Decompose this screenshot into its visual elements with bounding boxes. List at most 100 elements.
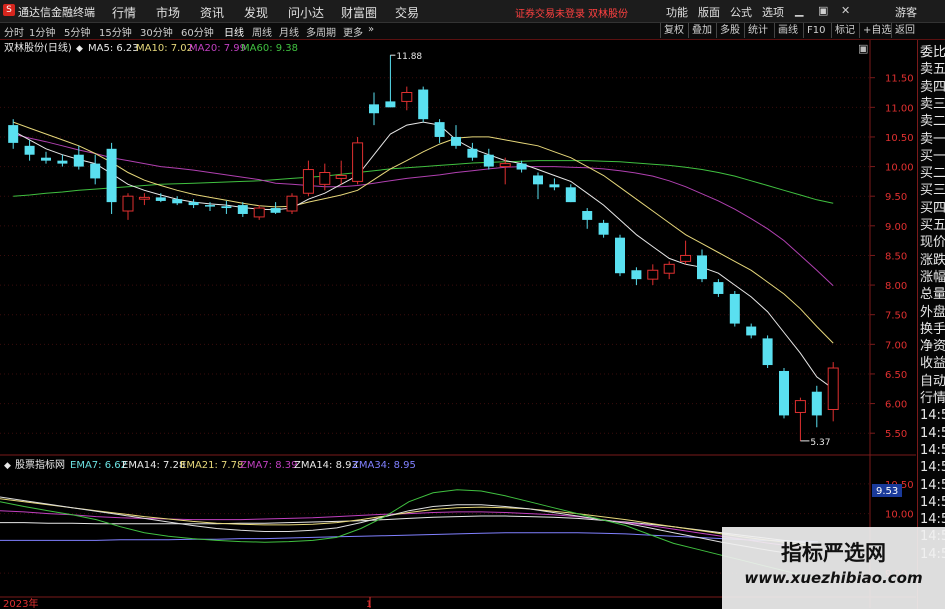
collapse-icon[interactable]: ◆	[76, 44, 83, 54]
quote-label: 买五	[920, 218, 945, 233]
draw-line-button[interactable]: 画线	[774, 23, 801, 38]
menu-bar: S 通达信金融终端 行情 市场 资讯 发现 问小达 财富圈 交易 证券交易未登录…	[0, 0, 945, 23]
menu-layout[interactable]: 版面	[698, 4, 720, 20]
high-price-label: 11.88	[396, 52, 422, 62]
menu-wealth-circle[interactable]: 财富圈	[341, 4, 377, 21]
candle-body-down	[8, 125, 19, 143]
indicator-tick-label: 10.00	[885, 510, 914, 521]
candle-body-up	[680, 254, 692, 262]
maximize-icon[interactable]: ▣	[818, 4, 828, 17]
mark-button[interactable]: 标记	[831, 23, 858, 38]
candle-body-down	[73, 154, 84, 167]
menu-functions[interactable]: 功能	[666, 4, 688, 20]
ma5-legend: MA5: 6.23	[88, 43, 139, 54]
ma60-legend: MA60: 9.38	[241, 43, 298, 54]
tab-30min[interactable]: 30分钟	[140, 24, 173, 39]
tab-multi-period[interactable]: 多周期	[306, 24, 336, 39]
quote-label: 净资	[920, 339, 945, 355]
low-price-label: 5.37	[810, 438, 830, 448]
chart-background	[0, 40, 916, 608]
app-title: 通达信金融终端	[18, 6, 95, 19]
guest-login[interactable]: 游客	[895, 4, 917, 20]
menu-quotes[interactable]: 行情	[112, 4, 136, 21]
indicator-title: 股票指标网	[15, 458, 65, 471]
candle-body-down	[188, 202, 199, 206]
candle-body-down	[41, 157, 51, 161]
expand-icon[interactable]: ▣	[858, 42, 868, 55]
tab-more[interactable]: 更多	[343, 24, 363, 39]
candle-body-up	[794, 400, 806, 413]
candle-body-down	[90, 163, 101, 179]
candle-body-down	[598, 222, 609, 235]
candle-body-up	[663, 263, 675, 274]
more-arrow-icon[interactable]: »	[368, 24, 374, 35]
f10-button[interactable]: F10	[803, 23, 828, 38]
quote-label: 买一	[920, 148, 945, 164]
overlay-button[interactable]: 叠加	[688, 23, 715, 38]
quote-label: 14:56	[920, 512, 945, 528]
candle-body-up	[827, 367, 839, 410]
statistics-button[interactable]: 统计	[744, 23, 771, 38]
candle-body-down	[565, 187, 576, 203]
price-tick-label: 7.00	[885, 340, 907, 351]
multi-stock-button[interactable]: 多股	[716, 23, 743, 38]
broker-login-notice[interactable]: 证券交易未登录	[515, 5, 585, 20]
candle-body-down	[533, 175, 543, 185]
menu-formula[interactable]: 公式	[730, 4, 752, 20]
adjust-button[interactable]: 复权	[660, 23, 687, 38]
back-button[interactable]: 返回	[891, 23, 918, 38]
candle-body-down	[434, 122, 445, 137]
tab-daily[interactable]: 日线	[224, 24, 244, 39]
quote-label: 卖一	[920, 131, 945, 147]
tab-monthly[interactable]: 月线	[279, 24, 299, 39]
quote-label: 委比	[920, 45, 945, 60]
quote-label[interactable]: 自动	[920, 373, 945, 390]
menu-discover[interactable]: 发现	[244, 4, 268, 21]
quote-label: 买二	[920, 166, 945, 182]
tab-1min[interactable]: 1分钟	[29, 24, 55, 39]
tab-60min[interactable]: 60分钟	[181, 24, 214, 39]
price-tick-label: 8.00	[885, 281, 907, 292]
quote-label[interactable]: 行情	[920, 390, 945, 407]
candle-body-up	[335, 174, 347, 179]
quote-panel: 委比 卖五 卖四 卖三 卖二 卖一 买一 买二 买三 买四 买五 现价 涨跌 涨幅 总量 外盘 换手 净资 收益 自动…	[917, 40, 945, 609]
tab-15min[interactable]: 15分钟	[99, 24, 132, 39]
quote-label: 现价	[920, 235, 945, 251]
candle-body-down	[582, 211, 593, 220]
tab-intraday[interactable]: 分时	[4, 24, 24, 39]
menu-trade[interactable]: 交易	[395, 4, 419, 21]
kline-chart[interactable]: 双林股份(日线) ◆ MA5: 6.23 MA10: 7.02 MA20: 7.…	[0, 40, 917, 609]
tab-weekly[interactable]: 周线	[252, 24, 272, 39]
candle-body-down	[270, 208, 281, 213]
menu-options[interactable]: 选项	[762, 4, 784, 20]
candle-body-up	[253, 207, 265, 218]
price-tick-label: 11.00	[885, 103, 914, 114]
add-watchlist-button[interactable]: +自选	[859, 23, 894, 38]
menu-market[interactable]: 市场	[156, 4, 180, 21]
candle-body-up	[319, 171, 331, 185]
candle-body-down	[483, 154, 494, 167]
ema14-legend: EMA14: 7.28	[122, 460, 185, 471]
menu-news[interactable]: 资讯	[200, 4, 224, 21]
menu-ask[interactable]: 问小达	[288, 4, 324, 21]
app-logo-icon: S	[3, 4, 15, 16]
candle-body-down	[697, 255, 707, 280]
candle-body-down	[779, 370, 789, 416]
candle-body-down	[205, 205, 215, 207]
close-icon[interactable]: ✕	[841, 4, 850, 17]
candle-body-down	[631, 270, 642, 280]
quote-label: 涨跌	[920, 252, 945, 268]
quote-label: 14:56	[920, 442, 945, 458]
indicator-collapse-icon[interactable]: ◆	[4, 461, 11, 471]
quote-label: 卖四	[920, 79, 945, 95]
minimize-icon[interactable]: ▁	[795, 4, 803, 17]
zma14-legend: ZMA14: 8.93	[294, 460, 358, 471]
candle-body-down	[172, 199, 183, 204]
candle-body-down	[24, 145, 35, 155]
tab-5min[interactable]: 5分钟	[64, 24, 90, 39]
price-tick-label: 9.50	[885, 192, 907, 203]
candle-body-down	[385, 101, 396, 108]
quote-label: 卖三	[920, 96, 945, 112]
zma34-legend: ZMA34: 8.95	[352, 460, 416, 471]
quote-label: 总量	[920, 287, 945, 303]
